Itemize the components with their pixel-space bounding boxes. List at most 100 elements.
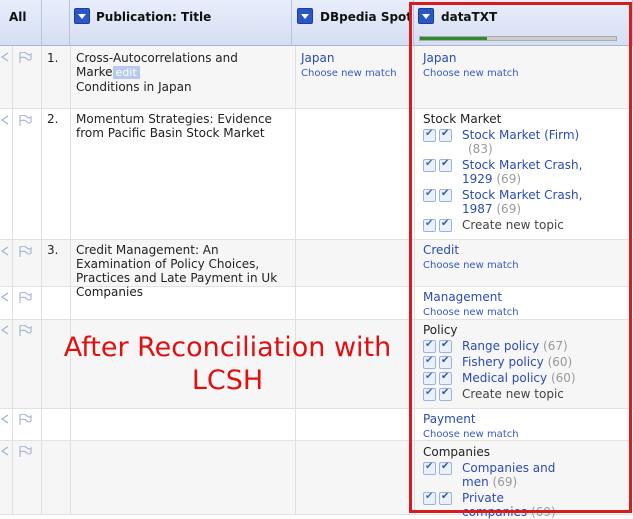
datatxt-match-link[interactable]: Payment (423, 412, 476, 426)
publication-title: Cross-Autocorrelations and Marke edit Con… (76, 51, 292, 94)
match-all-check-icon[interactable] (439, 371, 452, 385)
annotation-line-2: LCSH (191, 365, 264, 396)
candidate-link[interactable]: men (462, 475, 489, 489)
candidate-score: (69) (492, 475, 518, 489)
match-check-icon[interactable] (423, 491, 436, 505)
match-all-check-icon[interactable] (439, 158, 452, 172)
match-all-check-icon[interactable] (439, 387, 452, 401)
match-all-check-icon[interactable] (439, 461, 452, 475)
choose-new-match-link[interactable]: Choose new match (423, 67, 519, 81)
candidate-link[interactable]: Stock Market Crash, (462, 188, 582, 202)
star-icon[interactable] (0, 292, 8, 304)
match-check-icon[interactable] (423, 371, 436, 385)
star-icon[interactable] (0, 246, 8, 258)
column-menu-arrow-icon[interactable] (297, 8, 313, 24)
match-check-icon[interactable] (423, 387, 436, 401)
reconcile-topic-label: Policy (423, 323, 458, 337)
header-title-label: Publication: Title (96, 10, 212, 24)
match-all-check-icon[interactable] (439, 128, 452, 142)
match-all-check-icon[interactable] (439, 218, 452, 232)
header-dbpedia-label: DBpedia Spotlig (320, 10, 413, 24)
publication-title-text: Conditions in Japan (76, 80, 192, 94)
match-all-check-icon[interactable] (439, 188, 452, 202)
create-new-topic-link[interactable]: Create new topic (462, 387, 564, 401)
star-icon[interactable] (0, 325, 8, 337)
column-menu-arrow-icon[interactable] (418, 8, 434, 24)
reconcile-progress-bar (419, 36, 617, 41)
match-check-icon[interactable] (423, 218, 436, 232)
edit-button[interactable]: edit (112, 66, 140, 79)
flag-icon[interactable] (18, 446, 32, 458)
header-datatxt-label: dataTXT (441, 10, 498, 24)
match-all-check-icon[interactable] (439, 339, 452, 353)
annotation-text: After Reconciliation with LCSH (60, 331, 395, 397)
match-all-check-icon[interactable] (439, 355, 452, 369)
choose-new-match-link[interactable]: Choose new match (423, 259, 519, 273)
candidate-score: (60) (547, 355, 573, 369)
flag-icon[interactable] (18, 115, 32, 127)
annotation-line-1: After Reconciliation with (63, 332, 392, 363)
candidate-item: Stock Market Crash,1987 (69) (423, 188, 582, 216)
row-number: 1. (47, 51, 59, 65)
match-check-icon[interactable] (423, 355, 436, 369)
row-number: 2. (47, 112, 59, 126)
create-topic-item: Create new topic (423, 218, 564, 234)
candidate-link[interactable]: Medical policy (462, 371, 547, 385)
datatxt-match-link[interactable]: Japan (423, 51, 456, 65)
candidate-item: Medical policy (60) (423, 371, 576, 387)
candidate-score: (69) (496, 202, 522, 216)
column-divider (70, 46, 71, 515)
candidate-link[interactable]: Companies and (462, 461, 555, 475)
match-check-icon[interactable] (423, 461, 436, 475)
candidate-link[interactable]: Fishery policy (462, 355, 544, 369)
candidate-score: (83) (468, 142, 493, 156)
header-dbpedia[interactable]: DBpedia Spotlig (292, 0, 414, 46)
candidate-item: Range policy (67) (423, 339, 568, 355)
flag-icon[interactable] (18, 325, 32, 337)
flag-icon[interactable] (18, 414, 32, 426)
match-check-icon[interactable] (423, 339, 436, 353)
datatxt-match-link[interactable]: Management (423, 290, 502, 304)
choose-new-match-link[interactable]: Choose new match (423, 428, 519, 442)
match-check-icon[interactable] (423, 158, 436, 172)
datatxt-match-link[interactable]: Credit (423, 243, 459, 257)
candidate-link[interactable]: companies (462, 505, 527, 519)
flag-icon[interactable] (18, 292, 32, 304)
candidate-score: (69) (531, 505, 556, 519)
header-spacer (42, 0, 70, 46)
reconcile-topic-label: Companies (423, 445, 490, 459)
column-divider (41, 46, 42, 515)
star-icon[interactable] (0, 414, 8, 426)
header-title[interactable]: Publication: Title (70, 0, 292, 46)
candidate-score: (60) (550, 371, 576, 385)
table-row (0, 409, 633, 441)
candidate-link[interactable]: Stock Market Crash, (462, 158, 582, 172)
dbpedia-match-link[interactable]: Japan (301, 51, 334, 65)
match-check-icon[interactable] (423, 128, 436, 142)
candidate-link[interactable]: 1929 (462, 172, 493, 186)
flag-icon[interactable] (18, 52, 32, 64)
candidate-item: Stock Market (Firm)(83) (423, 128, 579, 156)
candidate-item: Stock Market Crash,1929 (69) (423, 158, 582, 186)
star-icon[interactable] (0, 115, 8, 127)
choose-new-match-link[interactable]: Choose new match (301, 67, 397, 81)
candidate-item: Companies andmen (69) (423, 461, 555, 489)
column-menu-arrow-icon[interactable] (74, 8, 90, 24)
candidate-link[interactable]: Stock Market (Firm) (462, 128, 579, 142)
candidate-link[interactable]: Private (462, 491, 504, 505)
publication-title: Credit Management: An Examination of Pol… (76, 243, 278, 299)
match-check-icon[interactable] (423, 188, 436, 202)
choose-new-match-link[interactable]: Choose new match (423, 306, 519, 320)
flag-icon[interactable] (18, 246, 32, 258)
create-new-topic-link[interactable]: Create new topic (462, 218, 564, 232)
candidate-link[interactable]: Range policy (462, 339, 539, 353)
row-number: 3. (47, 243, 59, 257)
header-all[interactable]: All (0, 0, 42, 46)
match-all-check-icon[interactable] (439, 491, 452, 505)
column-divider (12, 46, 13, 515)
star-icon[interactable] (0, 446, 8, 458)
publication-title-text: Cross-Autocorrelations and Marke (76, 51, 238, 79)
star-icon[interactable] (0, 52, 8, 64)
publication-title: Momentum Strategies: Evidence from Pacif… (76, 112, 272, 140)
candidate-link[interactable]: 1987 (462, 202, 493, 216)
